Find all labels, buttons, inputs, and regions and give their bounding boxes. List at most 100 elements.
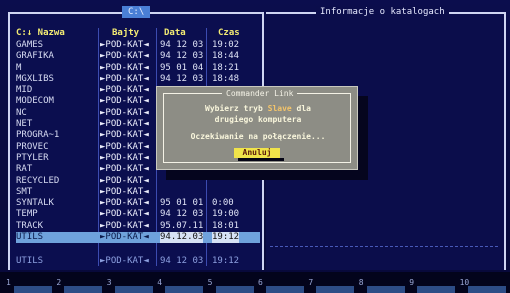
dialog-text: Wybierz tryb [205, 104, 268, 113]
function-key-button[interactable] [165, 286, 204, 293]
function-key-button[interactable] [64, 286, 103, 293]
footer-size: ►POD-KAT◄ [100, 256, 149, 266]
file-row[interactable]: GRAFIKA ►POD-KAT◄ 94 12 03 18:44 [16, 51, 260, 62]
file-date: 95 01 01 [160, 198, 204, 209]
file-name: MGXLIBS [16, 73, 54, 84]
function-key-button[interactable] [467, 286, 506, 293]
file-name: PTYLER [16, 152, 49, 163]
function-key-button[interactable] [114, 286, 153, 293]
file-name: PROGRA~1 [16, 130, 60, 141]
footer-time: 19:12 [212, 256, 240, 266]
dialog-title: Commander Link [222, 88, 298, 99]
commander-link-dialog: Commander Link Wybierz tryb Slave dla dr… [156, 86, 358, 170]
dialog-message-line2: drugiego komputera [214, 115, 302, 124]
file-name: UTILS [16, 232, 44, 243]
file-date: 94 12 03 [160, 51, 204, 62]
file-row[interactable]: M ►POD-KAT◄ 95 01 04 18:21 [16, 63, 260, 74]
footer-date: 94 12 03 [160, 256, 204, 266]
right-panel-title: Informacje o katalogach [316, 6, 449, 18]
dialog-text: dla [291, 104, 311, 113]
function-key-button[interactable] [316, 286, 355, 293]
file-size: ►POD-KAT◄ [100, 175, 149, 186]
header-name: C:↓ Nazwa [16, 28, 65, 38]
file-name: RECYCLED [16, 175, 60, 186]
panel-divider [270, 246, 498, 248]
file-time: 19:02 [212, 40, 240, 50]
function-key-number: 8 [358, 278, 364, 287]
file-size: ►POD-KAT◄ [100, 198, 149, 209]
file-size: ►POD-KAT◄ [100, 119, 149, 130]
function-key-number: 1 [6, 278, 11, 287]
file-row[interactable]: MGXLIBS ►POD-KAT◄ 94 12 03 18:48 [16, 74, 260, 85]
function-key-number: 6 [258, 278, 263, 287]
file-name: NC [16, 107, 27, 118]
function-key-number: 7 [308, 278, 314, 287]
file-name: GRAFIKA [16, 51, 54, 62]
file-row[interactable]: UTILS ►POD-KAT◄ 94.12.03 19:12 [16, 232, 260, 244]
file-time: 19:00 [212, 209, 240, 220]
file-row[interactable]: GAMES ►POD-KAT◄ 94 12 03 19:02 [16, 40, 260, 51]
header-size: Bajty [112, 28, 140, 38]
cancel-button[interactable]: Anuluj [234, 148, 280, 158]
file-time: 0:00 [212, 198, 234, 209]
file-name: SYNTALK [16, 198, 54, 209]
file-size: ►POD-KAT◄ [100, 62, 149, 73]
file-name: MID [16, 85, 33, 96]
selected-file-info: UTILS ►POD-KAT◄ 94 12 03 19:12 [16, 256, 260, 268]
file-date: 94 12 03 [160, 73, 204, 84]
file-time: 18:21 [212, 62, 240, 73]
file-name: RAT [16, 164, 33, 175]
file-size: ►POD-KAT◄ [100, 96, 149, 107]
file-size: ►POD-KAT◄ [100, 85, 149, 96]
header-time: Czas [218, 28, 240, 38]
dialog-frame: Commander Link Wybierz tryb Slave dla dr… [163, 88, 352, 163]
file-date: 95 01 04 [160, 62, 204, 73]
file-name: TRACK [16, 220, 44, 231]
function-key-number: 9 [409, 278, 415, 287]
file-size: ►POD-KAT◄ [100, 232, 149, 243]
dialog-highlight: Slave [267, 104, 292, 113]
function-key-button[interactable] [215, 286, 254, 293]
file-size: ►POD-KAT◄ [100, 152, 149, 163]
norton-commander-screen: C:\ C:↓ Nazwa Bajty Data Czas GAMES ►POD-… [0, 0, 510, 293]
file-size: ►POD-KAT◄ [100, 220, 149, 231]
function-key-number: 4 [157, 278, 163, 287]
function-key-button[interactable] [266, 286, 304, 293]
function-key-button[interactable] [14, 286, 52, 293]
file-name: TEMP [16, 209, 38, 220]
file-row[interactable]: SMT ►POD-KAT◄ [16, 187, 260, 198]
file-row[interactable]: SYNTALK ►POD-KAT◄ 95 01 01 0:00 [16, 198, 260, 209]
file-row[interactable]: TEMP ►POD-KAT◄ 94 12 03 19:00 [16, 209, 260, 220]
file-name: M [16, 62, 22, 73]
file-size: ►POD-KAT◄ [100, 164, 149, 175]
file-size: ►POD-KAT◄ [100, 141, 149, 152]
function-key-number: 3 [106, 278, 112, 287]
file-name: GAMES [16, 40, 44, 50]
dialog-message-line1: Wybierz tryb Slave dla [164, 104, 352, 114]
function-key-button[interactable] [366, 286, 405, 293]
function-key-bar: 1 2 3 4 5 6 7 8 9 10 [0, 272, 510, 293]
footer-name: UTILS [16, 256, 44, 266]
file-date: 95.07.11 [160, 220, 204, 231]
function-key-number: 5 [207, 278, 213, 287]
column-headers: C:↓ Nazwa Bajty Data Czas [16, 28, 256, 40]
file-row[interactable]: TRACK ►POD-KAT◄ 95.07.11 18:01 [16, 221, 260, 232]
file-time: 19:12 [212, 232, 240, 244]
current-path: C:\ [122, 6, 151, 18]
file-size: ►POD-KAT◄ [100, 209, 149, 220]
dialog-status: Oczekiwanie na połączenie... [190, 132, 326, 141]
file-time: 18:44 [212, 51, 240, 62]
file-size: ►POD-KAT◄ [100, 130, 149, 141]
file-size: ►POD-KAT◄ [100, 107, 149, 118]
file-size: ►POD-KAT◄ [100, 186, 149, 197]
function-key-button[interactable] [417, 286, 456, 293]
file-date: 94.12.03 [160, 232, 204, 244]
button-shadow [238, 158, 284, 161]
header-date: Data [164, 28, 186, 38]
file-date: 94 12 03 [160, 209, 204, 220]
file-name: PROVEC [16, 141, 49, 152]
file-name: SMT [16, 186, 33, 197]
file-time: 18:01 [212, 220, 240, 231]
file-time: 18:48 [212, 73, 240, 84]
function-key-number: 2 [56, 278, 62, 287]
